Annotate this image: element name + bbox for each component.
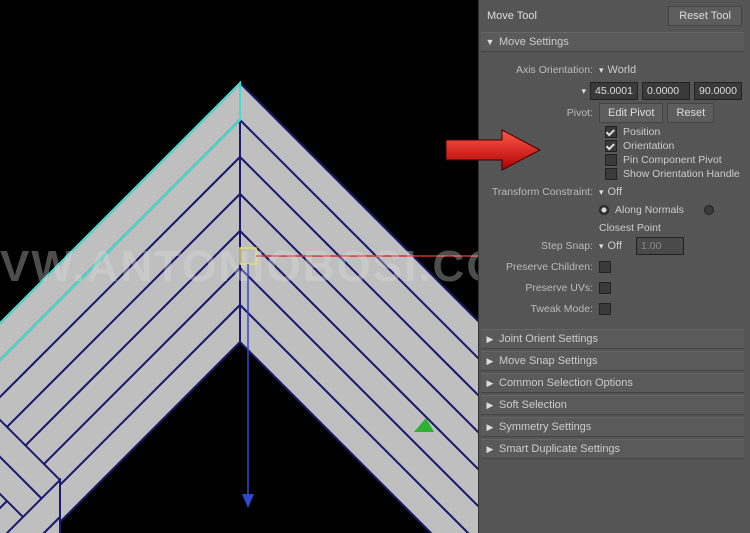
reset-pivot-button[interactable]: Reset <box>667 103 714 123</box>
closest-point-label: Closest Point <box>599 222 661 234</box>
pin-component-pivot-checkbox[interactable] <box>605 154 617 166</box>
section-title: Smart Duplicate Settings <box>499 443 620 455</box>
chevron-down-icon: ▾ <box>599 187 604 198</box>
section-title: Symmetry Settings <box>499 421 591 433</box>
section-header-move-settings[interactable]: ▼ Move Settings <box>481 32 744 52</box>
chevron-down-icon: ▾ <box>599 241 604 252</box>
viewport-3d[interactable]: VW.ANTONIOBOSI.COM <box>0 0 478 533</box>
preserve-uvs-checkbox[interactable] <box>599 282 611 294</box>
chevron-right-icon: ▶ <box>485 444 495 455</box>
section-move-settings: ▼ Move Settings Axis Orientation: ▾ Worl… <box>481 32 744 327</box>
axis-orientation-label: Axis Orientation: <box>483 64 599 76</box>
section-title: Joint Orient Settings <box>499 333 598 345</box>
position-checkbox[interactable] <box>605 126 617 138</box>
transform-constraint-value: Off <box>608 186 622 198</box>
step-snap-amount <box>636 237 684 255</box>
tool-settings-panel: Move Tool Reset Tool ▼ Move Settings Axi… <box>478 0 750 533</box>
chevron-right-icon: ▶ <box>485 400 495 411</box>
rot-z-field[interactable] <box>694 82 742 100</box>
section-title: Soft Selection <box>499 399 567 411</box>
along-normals-label: Along Normals <box>615 204 684 216</box>
show-orientation-handle-checkbox[interactable] <box>605 168 617 180</box>
section-title: Move Settings <box>499 36 569 48</box>
transform-constraint-label: Transform Constraint: <box>483 186 599 198</box>
preserve-children-checkbox[interactable] <box>599 261 611 273</box>
axis-orientation-dropdown[interactable]: ▾ World <box>599 64 742 76</box>
panel-title: Move Tool <box>487 10 537 22</box>
section-header-move-snap[interactable]: ▶ Move Snap Settings <box>481 351 744 371</box>
step-snap-label: Step Snap: <box>483 240 599 252</box>
chevron-down-icon: ▼ <box>485 37 495 47</box>
preserve-children-label: Preserve Children: <box>483 261 599 273</box>
tweak-mode-label: Tweak Mode: <box>483 303 599 315</box>
section-header-symmetry[interactable]: ▶ Symmetry Settings <box>481 417 744 437</box>
pin-component-pivot-label: Pin Component Pivot <box>623 154 722 166</box>
chevron-right-icon: ▶ <box>485 334 495 345</box>
chevron-down-icon: ▾ <box>581 86 586 97</box>
section-header-soft-selection[interactable]: ▶ Soft Selection <box>481 395 744 415</box>
edit-pivot-button[interactable]: Edit Pivot <box>599 103 663 123</box>
show-orientation-handle-label: Show Orientation Handle <box>623 168 740 180</box>
closest-point-radio[interactable] <box>704 205 714 215</box>
chevron-right-icon: ▶ <box>485 378 495 389</box>
along-normals-radio[interactable] <box>599 205 609 215</box>
pivot-label: Pivot: <box>483 107 599 119</box>
chevron-right-icon: ▶ <box>485 422 495 433</box>
axis-orientation-value: World <box>608 64 637 76</box>
position-checkbox-label: Position <box>623 126 660 138</box>
reset-tool-button[interactable]: Reset Tool <box>668 6 742 26</box>
section-header-common-selection[interactable]: ▶ Common Selection Options <box>481 373 744 393</box>
chevron-down-icon: ▾ <box>599 65 604 76</box>
section-title: Common Selection Options <box>499 377 633 389</box>
orientation-checkbox-label: Orientation <box>623 140 674 152</box>
preserve-uvs-label: Preserve UVs: <box>483 282 599 294</box>
chevron-right-icon: ▶ <box>485 356 495 367</box>
viewport-canvas <box>0 0 478 533</box>
rot-x-field[interactable] <box>590 82 638 100</box>
section-header-joint-orient[interactable]: ▶ Joint Orient Settings <box>481 329 744 349</box>
transform-constraint-dropdown[interactable]: ▾ Off <box>599 186 742 198</box>
section-header-smart-duplicate[interactable]: ▶ Smart Duplicate Settings <box>481 439 744 459</box>
tweak-mode-checkbox[interactable] <box>599 303 611 315</box>
section-title: Move Snap Settings <box>499 355 597 367</box>
rot-y-field[interactable] <box>642 82 690 100</box>
step-snap-value[interactable]: Off <box>608 240 622 252</box>
orientation-checkbox[interactable] <box>605 140 617 152</box>
